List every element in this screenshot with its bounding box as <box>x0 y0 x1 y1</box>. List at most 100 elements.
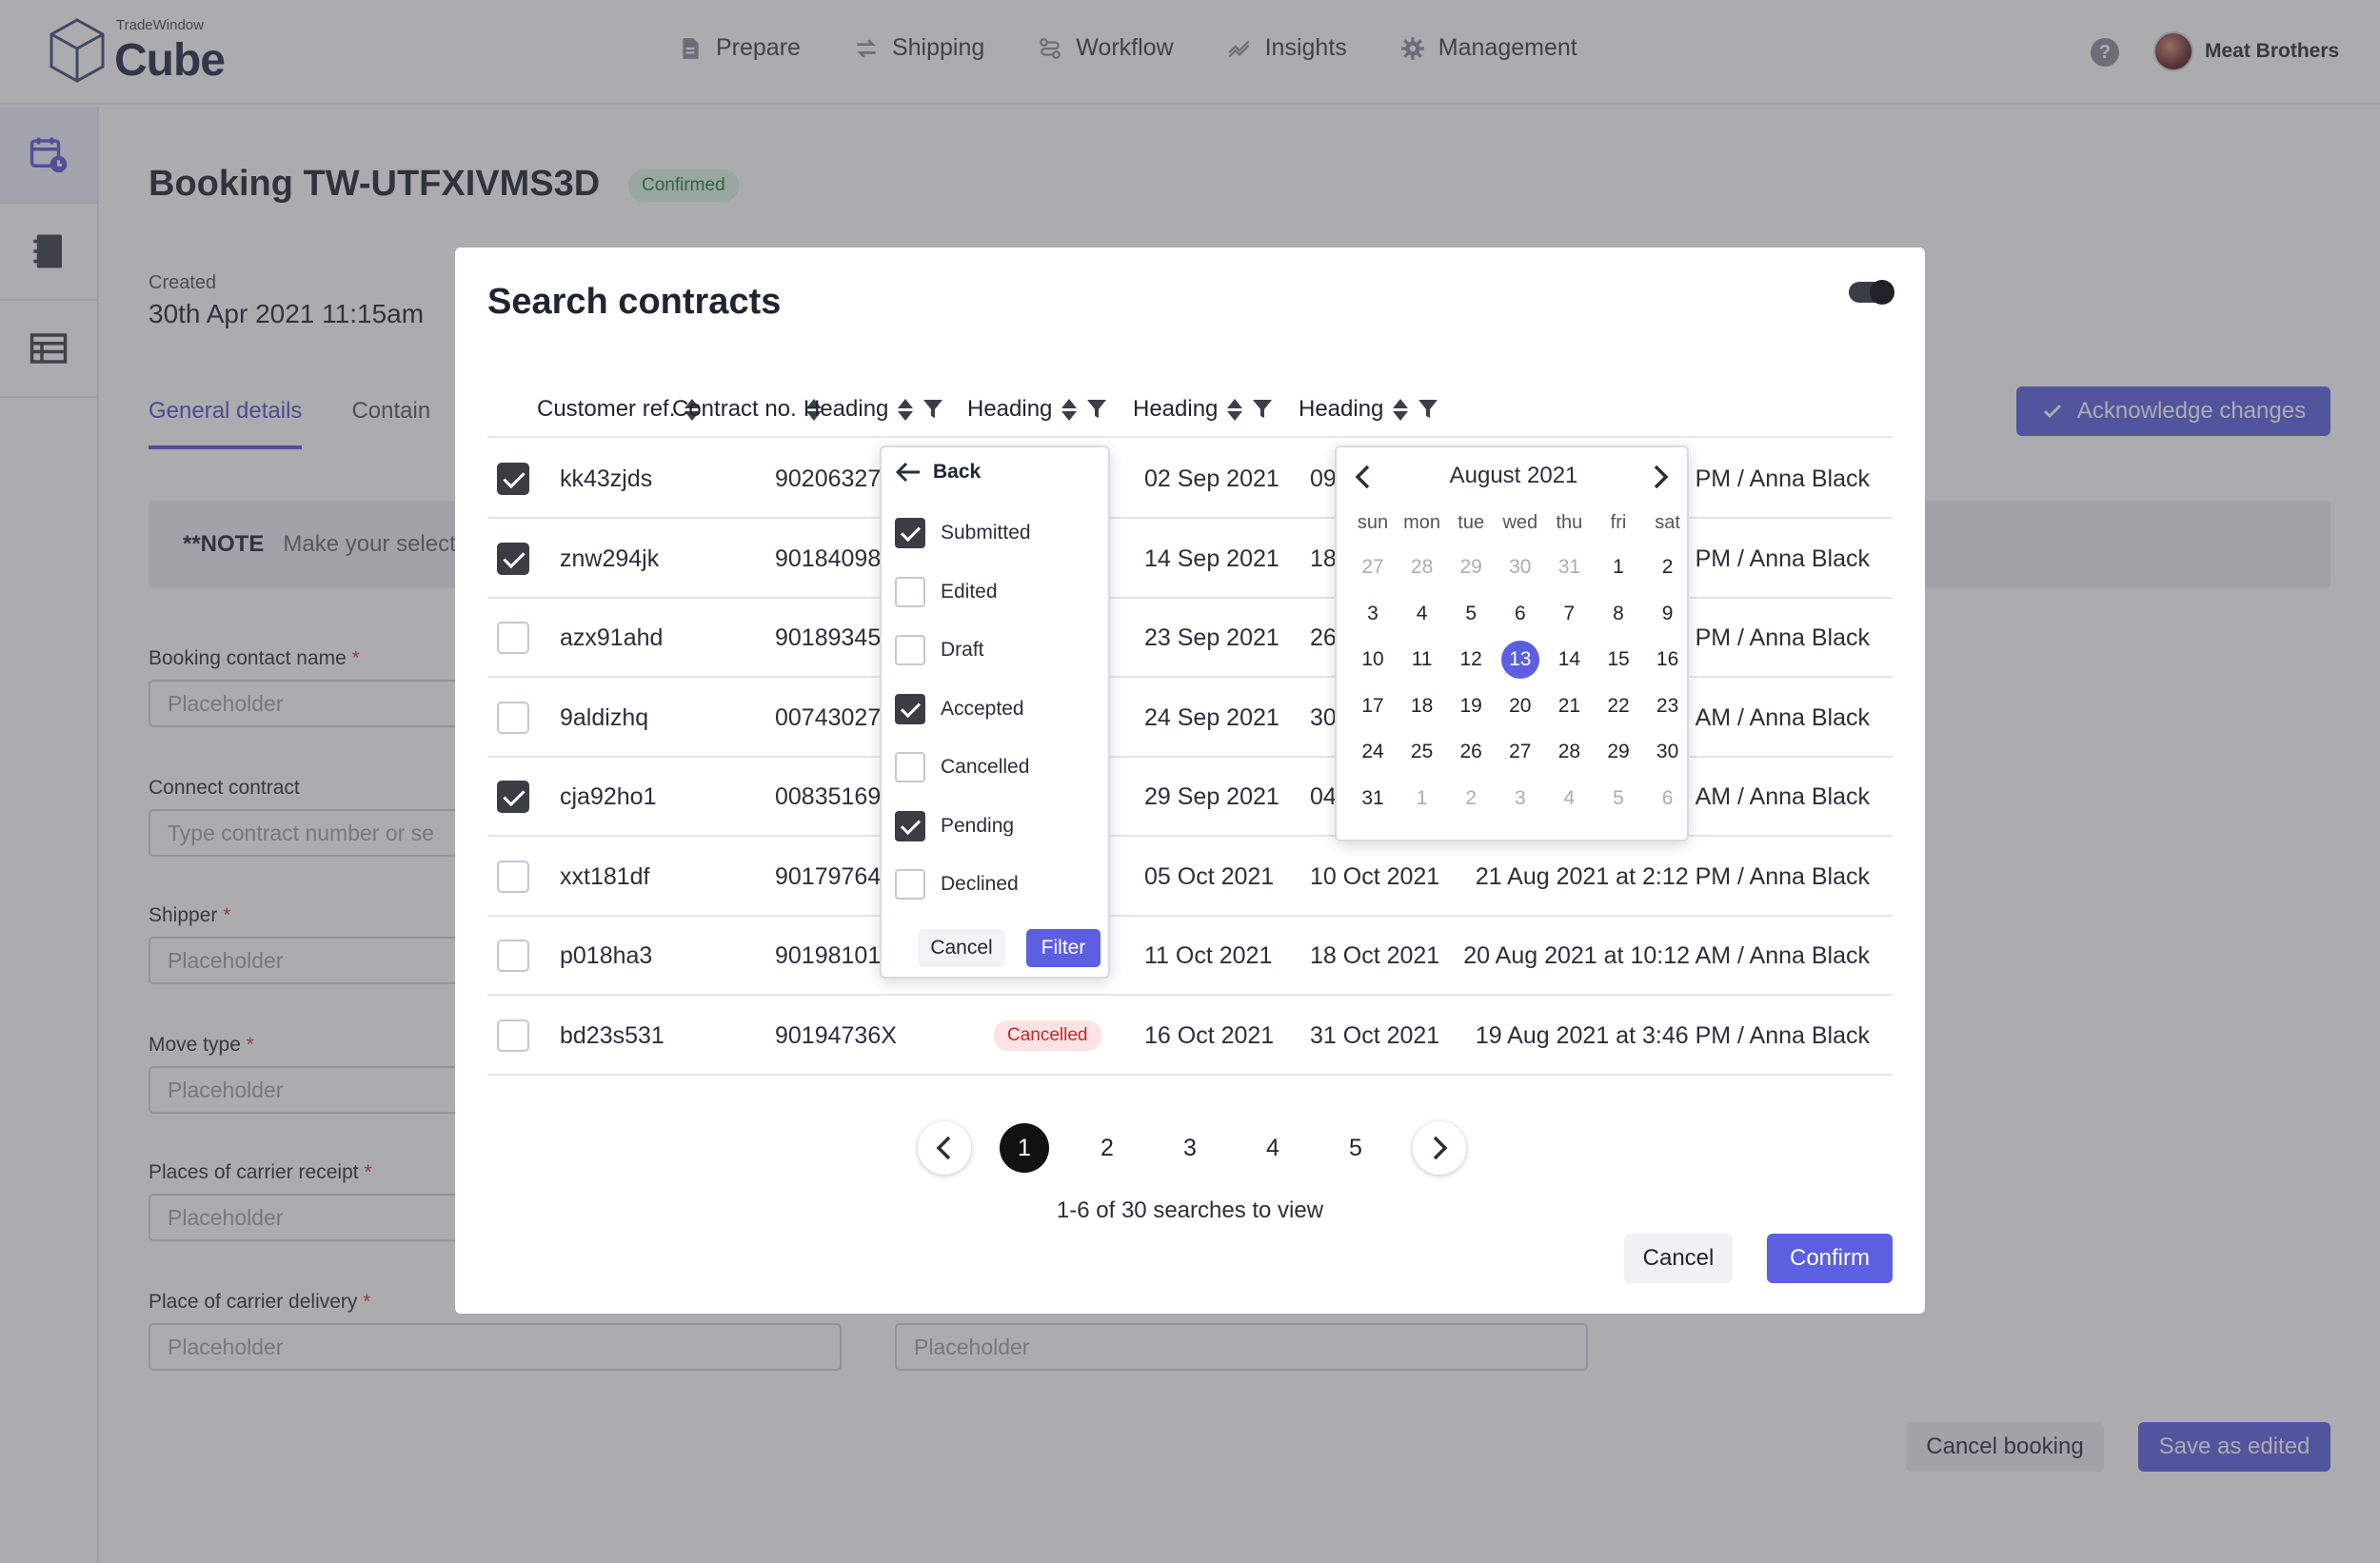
next-page-button[interactable] <box>1413 1121 1466 1175</box>
sort-icon[interactable] <box>898 398 914 421</box>
page-2-button[interactable]: 2 <box>1082 1123 1132 1173</box>
weekday-label: wed <box>1502 512 1538 533</box>
calendar-day[interactable]: 23 <box>1649 687 1687 725</box>
calendar-day[interactable]: 27 <box>1354 548 1392 586</box>
calendar-day[interactable]: 26 <box>1452 733 1490 771</box>
filter-option-edited[interactable]: Edited <box>895 576 998 607</box>
calendar-day[interactable]: 18 <box>1403 687 1441 725</box>
confirm-button[interactable]: Confirm <box>1767 1234 1893 1283</box>
filter-option-draft[interactable]: Draft <box>895 635 984 665</box>
filter-option-label: Draft <box>941 639 984 661</box>
filter-option-accepted[interactable]: Accepted <box>895 693 1024 724</box>
row-checkbox[interactable] <box>497 940 529 972</box>
page-4-button[interactable]: 4 <box>1248 1123 1298 1173</box>
calendar-day[interactable]: 15 <box>1599 641 1637 679</box>
customer-ref-cell: 9aldizhq <box>560 703 649 731</box>
view-toggle[interactable] <box>1849 280 1894 305</box>
page-5-button[interactable]: 5 <box>1331 1123 1380 1173</box>
column-heading-status[interactable]: Heading <box>803 381 943 438</box>
filter-icon[interactable] <box>1252 398 1273 421</box>
calendar-day[interactable]: 6 <box>1501 595 1539 633</box>
back-button[interactable]: Back <box>895 461 981 484</box>
calendar-day[interactable]: 30 <box>1649 733 1687 771</box>
filter-checkbox[interactable] <box>895 693 925 724</box>
filter-option-declined[interactable]: Declined <box>895 869 1019 900</box>
filter-icon[interactable] <box>922 398 943 421</box>
page-1-button[interactable]: 1 <box>1000 1123 1049 1173</box>
calendar-day[interactable]: 2 <box>1649 548 1687 586</box>
row-checkbox[interactable] <box>497 781 529 813</box>
calendar-day[interactable]: 22 <box>1599 687 1637 725</box>
updated-cell: 20 Aug 2021 at 10:12 AM / Anna Black <box>1463 942 1870 969</box>
filter-checkbox[interactable] <box>895 752 925 782</box>
column-heading-updated[interactable]: Heading <box>1299 381 1438 438</box>
filter-option-pending[interactable]: Pending <box>895 810 1014 841</box>
column-heading-date-1[interactable]: Heading <box>967 381 1107 438</box>
sort-icon[interactable] <box>1061 398 1078 421</box>
row-checkbox[interactable] <box>497 622 529 654</box>
calendar-day[interactable]: 6 <box>1649 780 1687 818</box>
calendar-day[interactable]: 8 <box>1599 595 1637 633</box>
filter-option-submitted[interactable]: Submitted <box>895 518 1031 548</box>
filter-icon[interactable] <box>1418 398 1438 421</box>
row-checkbox[interactable] <box>497 1019 529 1052</box>
sort-icon[interactable] <box>1227 398 1243 421</box>
calendar-day[interactable]: 9 <box>1649 595 1687 633</box>
calendar-day[interactable]: 3 <box>1354 595 1392 633</box>
chevron-right-icon[interactable] <box>1647 463 1674 491</box>
calendar-day[interactable]: 2 <box>1452 780 1490 818</box>
calendar-day[interactable]: 30 <box>1501 548 1539 586</box>
calendar-day[interactable]: 4 <box>1403 595 1441 633</box>
prev-page-button[interactable] <box>918 1121 971 1175</box>
calendar-day[interactable]: 29 <box>1599 733 1637 771</box>
filter-checkbox[interactable] <box>895 635 925 665</box>
filter-option-cancelled[interactable]: Cancelled <box>895 752 1029 782</box>
calendar-day[interactable]: 21 <box>1550 687 1588 725</box>
calendar-day[interactable]: 11 <box>1403 641 1441 679</box>
filter-apply-button[interactable]: Filter <box>1026 929 1101 967</box>
contract-no-cell: 90206327 <box>775 465 882 492</box>
column-contract-no[interactable]: Contract no. <box>672 381 822 438</box>
calendar-day[interactable]: 20 <box>1501 687 1539 725</box>
calendar-day[interactable]: 16 <box>1649 641 1687 679</box>
calendar-day[interactable]: 19 <box>1452 687 1490 725</box>
sort-icon[interactable] <box>1393 398 1409 421</box>
calendar-day[interactable]: 28 <box>1550 733 1588 771</box>
calendar-day[interactable]: 24 <box>1354 733 1392 771</box>
row-checkbox[interactable] <box>497 542 529 575</box>
table-row[interactable]: bd23s531 90194736X Cancelled 16 Oct 2021 31 … <box>487 997 1893 1076</box>
calendar-day[interactable]: 5 <box>1599 780 1637 818</box>
filter-cancel-button[interactable]: Cancel <box>918 929 1005 967</box>
calendar-day[interactable]: 29 <box>1452 548 1490 586</box>
calendar-day[interactable]: 1 <box>1599 548 1637 586</box>
row-checkbox[interactable] <box>497 860 529 893</box>
cancel-button[interactable]: Cancel <box>1624 1234 1733 1283</box>
calendar-day-selected[interactable]: 13 <box>1500 641 1539 680</box>
calendar-day[interactable]: 12 <box>1452 641 1490 679</box>
calendar-day[interactable]: 10 <box>1354 641 1392 679</box>
calendar-month-label: August 2021 <box>1449 463 1578 488</box>
calendar-day[interactable]: 4 <box>1550 780 1588 818</box>
calendar-day[interactable]: 27 <box>1501 733 1539 771</box>
row-checkbox[interactable] <box>497 701 529 734</box>
calendar-day[interactable]: 3 <box>1501 780 1539 818</box>
filter-checkbox[interactable] <box>895 518 925 548</box>
calendar-day[interactable]: 25 <box>1403 733 1441 771</box>
calendar-day[interactable]: 14 <box>1550 641 1588 679</box>
filter-icon[interactable] <box>1086 398 1107 421</box>
page-3-button[interactable]: 3 <box>1165 1123 1215 1173</box>
calendar-day[interactable]: 5 <box>1452 595 1490 633</box>
filter-checkbox[interactable] <box>895 869 925 900</box>
filter-checkbox[interactable] <box>895 576 925 607</box>
calendar-day[interactable]: 17 <box>1354 687 1392 725</box>
calendar-day[interactable]: 28 <box>1403 548 1441 586</box>
table-row[interactable]: xxt181df 90179764 05 Oct 2021 10 Oct 2021 21… <box>487 838 1893 917</box>
filter-checkbox[interactable] <box>895 810 925 841</box>
row-checkbox[interactable] <box>497 463 529 495</box>
column-heading-date-2[interactable]: Heading <box>1133 381 1273 438</box>
calendar-day[interactable]: 1 <box>1403 780 1441 818</box>
calendar-day[interactable]: 7 <box>1550 595 1588 633</box>
table-row[interactable]: p018ha3 90198101 11 Oct 2021 18 Oct 2021 20 … <box>487 917 1893 996</box>
calendar-day[interactable]: 31 <box>1354 780 1392 818</box>
calendar-day[interactable]: 31 <box>1550 548 1588 586</box>
